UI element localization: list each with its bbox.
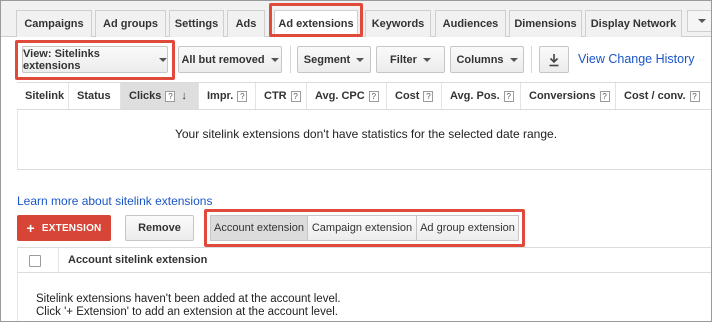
empty-account-note-line1: Sitelink extensions haven't been added a… [36,293,341,305]
column-header-conversions[interactable]: Conversions ? [521,83,616,109]
segment-label: Segment [303,53,351,66]
chevron-down-icon [270,57,279,62]
tab-campaigns[interactable]: Campaigns [16,10,92,37]
tab-settings[interactable]: Settings [169,10,224,37]
add-extension-button[interactable]: + EXTENSION [17,215,111,241]
remove-label: Remove [138,222,181,234]
select-all-checkbox[interactable] [29,255,41,267]
table-left-border [17,273,18,321]
tab-audiences[interactable]: Audiences [435,10,506,37]
tab-ad-extensions[interactable]: Ad extensions [274,10,358,38]
more-tabs-button[interactable] [687,10,711,32]
tab-keywords[interactable]: Keywords [365,10,431,37]
column-header-cost-per-conv[interactable]: Cost / conv. ? [616,83,711,109]
view-dropdown-label: View: Sitelinks extensions [23,47,100,72]
toolbar-divider [290,46,291,73]
status-filter-dropdown[interactable]: All but removed [178,46,282,73]
status-filter-label: All but removed [181,53,265,66]
column-header-avg-pos[interactable]: Avg. Pos. ? [442,83,521,109]
help-icon[interactable]: ? [599,90,610,102]
help-icon[interactable]: ? [503,90,514,102]
stats-table-header: Sitelink Status Clicks ? ↓ Impr. ? CTR ?… [17,82,711,110]
help-icon[interactable]: ? [368,90,379,102]
columns-label: Columns [456,53,504,66]
column-header-status[interactable]: Status [69,83,121,109]
chevron-down-icon [509,57,518,62]
column-header-sitelink[interactable]: Sitelink [17,83,69,109]
help-icon[interactable]: ? [689,90,700,102]
chevron-down-icon [698,19,706,23]
learn-more-link[interactable]: Learn more about sitelink extensions [17,194,212,208]
account-extension-table-header: Account sitelink extension [17,247,711,273]
remove-button[interactable]: Remove [125,215,194,241]
tab-ad-groups[interactable]: Ad groups [95,10,166,37]
view-change-history-link[interactable]: View Change History [578,52,695,66]
column-header-ctr[interactable]: CTR ? [256,83,307,109]
stats-table-body: Your sitelink extensions don't have stat… [17,110,711,170]
app-frame: Campaigns Ad groups Settings Ads Ad exte… [0,0,712,322]
chevron-down-icon [422,57,431,62]
level-tab-account[interactable]: Account extension [210,215,308,241]
plus-icon: + [26,220,35,236]
segment-button[interactable]: Segment [297,46,371,73]
level-tab-campaign[interactable]: Campaign extension [308,215,417,241]
download-button[interactable] [539,46,569,73]
chevron-down-icon [159,57,167,62]
help-icon[interactable]: ? [165,90,176,102]
chevron-down-icon [356,57,365,62]
tab-dimensions[interactable]: Dimensions [509,10,582,37]
column-header-impressions[interactable]: Impr. ? [199,83,256,109]
filter-button[interactable]: Filter [376,46,445,73]
sort-down-icon: ↓ [181,90,187,102]
view-dropdown[interactable]: View: Sitelinks extensions [22,46,168,73]
help-icon[interactable]: ? [423,90,434,102]
level-tab-ad-group[interactable]: Ad group extension [417,215,519,241]
toolbar-divider [531,46,532,73]
columns-button[interactable]: Columns [450,46,524,73]
add-extension-label: EXTENSION [41,222,102,234]
filter-label: Filter [390,53,417,66]
download-icon [549,53,559,66]
tab-ads[interactable]: Ads [227,10,265,37]
column-header-avg-cpc[interactable]: Avg. CPC ? [307,83,387,109]
column-divider [58,248,59,272]
column-header-cost[interactable]: Cost ? [387,83,442,109]
empty-stats-message: Your sitelink extensions don't have stat… [174,127,558,141]
help-icon[interactable]: ? [290,90,301,102]
empty-account-note-line2: Click '+ Extension' to add an extension … [36,306,338,318]
tab-bar: Campaigns Ad groups Settings Ads Ad exte… [1,1,711,38]
column-header-clicks[interactable]: Clicks ? ↓ [121,83,199,109]
column-header-account-sitelink[interactable]: Account sitelink extension [68,254,207,266]
help-icon[interactable]: ? [237,90,248,102]
tab-display-network[interactable]: Display Network [585,10,682,37]
